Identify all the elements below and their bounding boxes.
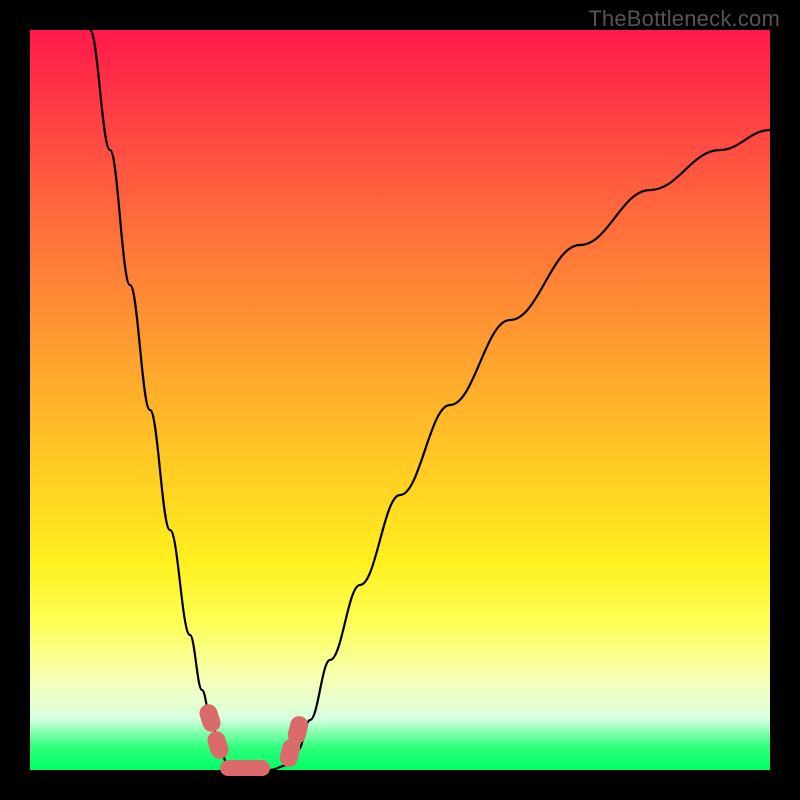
curve-svg (30, 30, 770, 770)
watermark-text: TheBottleneck.com (588, 6, 780, 32)
bottom-cluster (220, 760, 270, 776)
bottleneck-curve (90, 30, 770, 770)
left-cluster-1 (197, 702, 223, 734)
left-cluster-2 (205, 729, 231, 761)
plot-area (30, 30, 770, 770)
marker-group (197, 702, 310, 776)
chart-frame: TheBottleneck.com (0, 0, 800, 800)
